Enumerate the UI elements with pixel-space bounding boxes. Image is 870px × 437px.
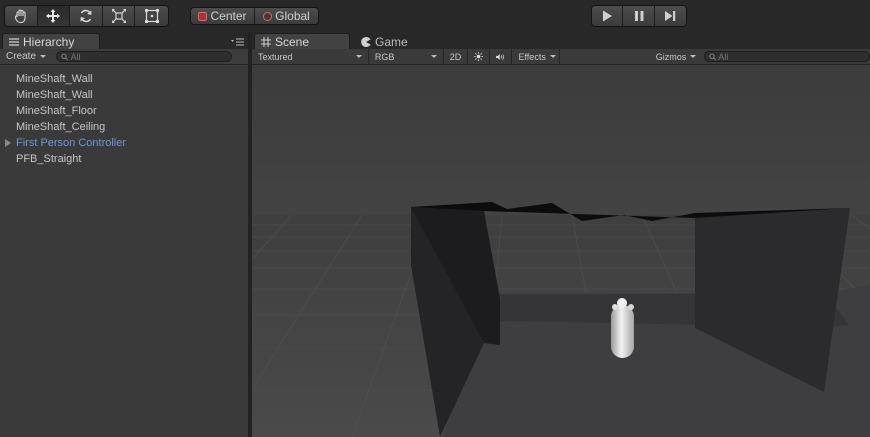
step-button[interactable] [655, 6, 686, 26]
rotate-tool-button[interactable] [70, 6, 103, 26]
create-dropdown[interactable]: Create [0, 51, 52, 62]
foldout-arrow-icon[interactable] [5, 139, 11, 147]
pivot-global-button[interactable]: Global [255, 8, 318, 24]
global-space-icon [263, 11, 273, 21]
play-button[interactable] [592, 6, 624, 26]
tab-game[interactable]: Game [354, 33, 424, 49]
tab-scene-label: Scene [275, 34, 310, 49]
scene-search-input[interactable] [718, 51, 866, 62]
toggle-2d-button[interactable]: 2D [444, 48, 469, 65]
hierarchy-item[interactable]: First Person Controller [0, 135, 248, 151]
audio-listener-icon[interactable] [612, 304, 618, 310]
hierarchy-list: MineShaft_Wall MineShaft_Wall MineShaft_Fl… [0, 71, 248, 167]
draw-mode-label: Textured [258, 51, 293, 62]
character-gizmo-icon[interactable] [628, 304, 634, 310]
hand-icon [14, 9, 26, 24]
capsule-body[interactable] [611, 305, 634, 358]
search-icon [61, 53, 69, 61]
create-label: Create [6, 51, 37, 62]
camera-gizmo-icon[interactable] [617, 298, 627, 308]
pivot-center-label: Center [210, 9, 247, 23]
draw-mode-dropdown[interactable]: Textured [252, 48, 369, 65]
play-controls [591, 5, 687, 27]
move-arrows-icon [46, 9, 61, 23]
hierarchy-item[interactable]: MineShaft_Wall [0, 71, 248, 87]
hierarchy-item-label: MineShaft_Ceiling [16, 121, 106, 133]
chevron-down-icon [549, 55, 556, 58]
hierarchy-subbar: Create [0, 49, 248, 65]
transform-tools [4, 5, 169, 27]
hierarchy-item-label: MineShaft_Wall [16, 89, 93, 101]
hierarchy-tab-row: Hierarchy [0, 32, 248, 49]
speaker-icon [496, 53, 505, 60]
gizmos-label: Gizmos [655, 51, 687, 62]
scene-tab-row: Scene Game [252, 32, 870, 49]
step-icon [665, 11, 676, 21]
rect-transform-icon [144, 9, 159, 23]
hierarchy-search-input[interactable] [70, 51, 228, 62]
render-mode-label: RGB [374, 51, 395, 62]
render-mode-dropdown[interactable]: RGB [369, 48, 444, 65]
gizmos-dropdown[interactable]: Gizmos [650, 49, 700, 65]
scene-render[interactable] [252, 65, 870, 437]
grid-icon [261, 36, 271, 47]
tab-hierarchy-label: Hierarchy [23, 34, 75, 49]
pivot-center-button[interactable]: Center [191, 8, 255, 24]
center-pivot-icon [198, 11, 208, 21]
panel-menu-icon[interactable] [231, 38, 245, 46]
chevron-down-icon [690, 55, 697, 58]
tab-scene[interactable]: Scene [254, 33, 350, 49]
hierarchy-item[interactable]: MineShaft_Wall [0, 87, 248, 103]
scene-panel: Scene Game Textured RGB 2D Effects Gizmo… [252, 32, 870, 437]
rect-tool-button[interactable] [135, 6, 168, 26]
hand-tool-button[interactable] [5, 6, 38, 26]
hierarchy-item[interactable]: PFB_Straight [0, 151, 248, 167]
scene-viewport[interactable] [252, 65, 870, 437]
hierarchy-search[interactable] [56, 51, 233, 62]
hierarchy-item[interactable]: MineShaft_Floor [0, 103, 248, 119]
scale-tool-button[interactable] [103, 6, 136, 26]
pivot-toggles: Center Global [190, 7, 319, 25]
sky-background [252, 65, 870, 215]
scene-search[interactable] [703, 51, 870, 62]
main-toolbar: Center Global [0, 0, 870, 32]
audio-toggle[interactable] [490, 48, 513, 65]
chevron-down-icon [430, 55, 437, 58]
first-person-controller[interactable] [611, 298, 634, 358]
move-tool-button[interactable] [37, 6, 71, 26]
pacman-icon [361, 36, 371, 47]
tab-hierarchy[interactable]: Hierarchy [2, 33, 100, 49]
pivot-global-label: Global [275, 9, 310, 23]
hierarchy-item-label: First Person Controller [16, 137, 127, 149]
effects-dropdown[interactable]: Effects [512, 48, 561, 65]
chevron-down-icon [355, 55, 362, 58]
effects-label: Effects [518, 51, 546, 62]
hierarchy-panel: Hierarchy Create MineShaft_WallMineShaft… [0, 32, 248, 437]
scale-icon [111, 9, 126, 23]
sun-icon [474, 52, 484, 61]
search-icon [709, 53, 717, 61]
hierarchy-item-label: PFB_Straight [16, 153, 82, 165]
chevron-down-icon [40, 55, 47, 58]
lighting-toggle[interactable] [468, 48, 491, 65]
hierarchy-item-label: MineShaft_Floor [16, 105, 97, 117]
tab-game-label: Game [375, 34, 408, 49]
hierarchy-item[interactable]: MineShaft_Ceiling [0, 119, 248, 135]
play-icon [603, 10, 613, 22]
rotate-icon [80, 9, 92, 23]
toggle-2d-label: 2D [449, 51, 462, 62]
pause-icon [634, 11, 644, 21]
pause-button[interactable] [623, 6, 655, 26]
hierarchy-item-label: MineShaft_Wall [16, 73, 93, 85]
list-icon [9, 37, 19, 46]
scene-subbar: Textured RGB 2D Effects Gizmos All [252, 48, 870, 65]
